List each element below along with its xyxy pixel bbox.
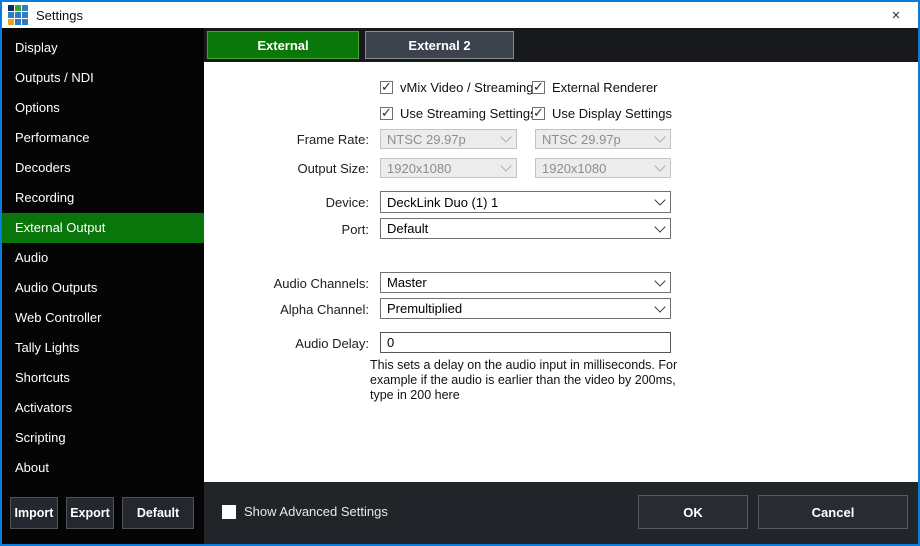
alpha-channel-label: Alpha Channel: bbox=[206, 302, 369, 317]
audio-delay-help-text: This sets a delay on the audio input in … bbox=[370, 358, 682, 403]
sidebar-item-performance[interactable]: Performance bbox=[2, 123, 204, 153]
sidebar-item-external-output[interactable]: External Output bbox=[2, 213, 204, 243]
title-bar: Settings × bbox=[2, 2, 918, 28]
checkbox-icon[interactable] bbox=[222, 505, 236, 519]
output-size-select-2: 1920x1080 bbox=[535, 158, 671, 178]
port-label: Port: bbox=[206, 222, 369, 237]
audio-channels-select[interactable]: Master bbox=[380, 272, 671, 293]
settings-window: Settings × Display Outputs / NDI Options… bbox=[0, 0, 920, 546]
tab-strip: External External 2 bbox=[204, 28, 918, 62]
frame-rate-select-1: NTSC 29.97p bbox=[380, 129, 517, 149]
sidebar-item-decoders[interactable]: Decoders bbox=[2, 153, 204, 183]
window-title: Settings bbox=[36, 8, 83, 23]
chevron-down-icon bbox=[654, 194, 665, 205]
sidebar-item-shortcuts[interactable]: Shortcuts bbox=[2, 363, 204, 393]
frame-rate-select-2: NTSC 29.97p bbox=[535, 129, 671, 149]
frame-rate-label: Frame Rate: bbox=[206, 132, 369, 147]
sidebar-item-outputs-ndi[interactable]: Outputs / NDI bbox=[2, 63, 204, 93]
sidebar-item-scripting[interactable]: Scripting bbox=[2, 423, 204, 453]
ok-button[interactable]: OK bbox=[638, 495, 748, 529]
sidebar-item-activators[interactable]: Activators bbox=[2, 393, 204, 423]
sidebar-item-options[interactable]: Options bbox=[2, 93, 204, 123]
checkbox-icon[interactable] bbox=[532, 107, 545, 120]
sidebar-item-display[interactable]: Display bbox=[2, 33, 204, 63]
sidebar-item-audio[interactable]: Audio bbox=[2, 243, 204, 273]
audio-delay-input[interactable] bbox=[380, 332, 671, 353]
tab-external[interactable]: External bbox=[207, 31, 359, 59]
sidebar-item-web-controller[interactable]: Web Controller bbox=[2, 303, 204, 333]
port-select[interactable]: Default bbox=[380, 218, 671, 239]
audio-channels-label: Audio Channels: bbox=[206, 276, 369, 291]
alpha-channel-select[interactable]: Premultiplied bbox=[380, 298, 671, 319]
checkbox-vmix-video-streaming[interactable]: vMix Video / Streaming bbox=[380, 80, 533, 95]
output-size-label: Output Size: bbox=[206, 161, 369, 176]
default-button[interactable]: Default bbox=[122, 497, 194, 529]
sidebar-item-audio-outputs[interactable]: Audio Outputs bbox=[2, 273, 204, 303]
checkbox-external-renderer[interactable]: External Renderer bbox=[532, 80, 658, 95]
export-button[interactable]: Export bbox=[66, 497, 114, 529]
chevron-down-icon bbox=[500, 160, 511, 171]
checkbox-icon[interactable] bbox=[380, 81, 393, 94]
vmix-logo-icon bbox=[8, 5, 28, 25]
audio-delay-label: Audio Delay: bbox=[206, 336, 369, 351]
footer-bar: Show Advanced Settings OK Cancel bbox=[204, 482, 918, 544]
show-advanced-settings-checkbox[interactable]: Show Advanced Settings bbox=[222, 504, 388, 519]
checkbox-icon[interactable] bbox=[380, 107, 393, 120]
cancel-button[interactable]: Cancel bbox=[758, 495, 908, 529]
import-button[interactable]: Import bbox=[10, 497, 58, 529]
chevron-down-icon bbox=[654, 275, 665, 286]
chevron-down-icon bbox=[500, 131, 511, 142]
settings-sidebar: Display Outputs / NDI Options Performanc… bbox=[2, 28, 204, 544]
chevron-down-icon bbox=[654, 131, 665, 142]
device-select[interactable]: DeckLink Duo (1) 1 bbox=[380, 191, 671, 213]
chevron-down-icon bbox=[654, 301, 665, 312]
external-output-form: vMix Video / Streaming External Renderer… bbox=[204, 62, 918, 482]
close-icon[interactable]: × bbox=[874, 2, 918, 28]
checkbox-use-streaming-settings[interactable]: Use Streaming Settings bbox=[380, 106, 537, 121]
tab-external-2[interactable]: External 2 bbox=[365, 31, 514, 59]
sidebar-item-about[interactable]: About bbox=[2, 453, 204, 483]
output-size-select-1: 1920x1080 bbox=[380, 158, 517, 178]
checkbox-use-display-settings[interactable]: Use Display Settings bbox=[532, 106, 672, 121]
chevron-down-icon bbox=[654, 221, 665, 232]
sidebar-item-tally-lights[interactable]: Tally Lights bbox=[2, 333, 204, 363]
sidebar-item-recording[interactable]: Recording bbox=[2, 183, 204, 213]
checkbox-icon[interactable] bbox=[532, 81, 545, 94]
device-label: Device: bbox=[206, 195, 369, 210]
chevron-down-icon bbox=[654, 160, 665, 171]
